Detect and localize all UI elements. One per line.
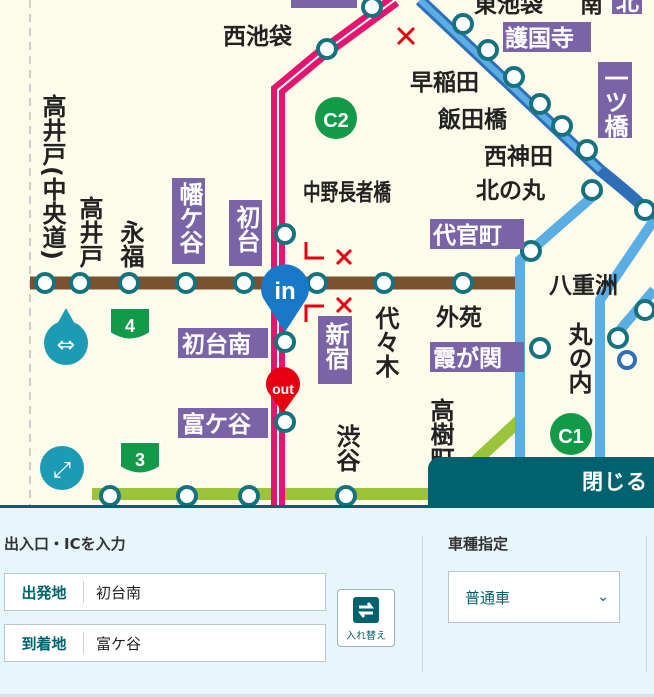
station-waseda: 早稲田: [410, 70, 479, 96]
station-gaien: 外苑: [436, 304, 482, 331]
swap-button[interactable]: 入れ替え: [337, 589, 395, 647]
station-shinjuku: 新宿: [321, 321, 349, 370]
station-iidabashi: 飯田橋: [437, 106, 508, 133]
divider: [422, 536, 423, 672]
departure-value[interactable]: 初台南: [84, 582, 141, 603]
route-map[interactable]: C2 C1 4 3 in out ⇔ ⤢ 西池袋 東池袋 南 北 護国寺 早稲田…: [0, 0, 654, 505]
route4-badge: 4: [125, 316, 135, 336]
station-takaido-chuodo: 高井戸(中央道): [38, 93, 66, 260]
station-nishi-ikebukuro: 西池袋: [223, 23, 293, 50]
station-kitanomaru: 北の丸: [476, 178, 546, 204]
station-higashi-ikebukuro: 東池袋: [474, 0, 544, 18]
route-search-panel: 出入口・ICを入力 出発地 初台南 到着地 富ケ谷 入れ替え 車種指定 普通車 …: [0, 505, 654, 697]
station-minami: 南: [580, 0, 603, 18]
station-yaesu: 八重洲: [549, 273, 618, 299]
swap-label: 入れ替え: [346, 630, 386, 642]
station-eifuku: 永福: [116, 220, 145, 269]
arrival-label: 到着地: [5, 632, 84, 654]
station-nakano-chojabashi: 中野長者橋: [303, 180, 392, 206]
expand-icon[interactable]: ⤢: [53, 458, 71, 483]
route-map-svg: C2 C1 4 3 in out ⇔ ⤢ 西池袋 東池袋 南 北 護国寺 早稲田…: [0, 0, 654, 505]
station-hatsudai: 初台: [232, 205, 260, 253]
c1-badge: C1: [558, 426, 584, 448]
direction-icon[interactable]: ⇔: [57, 333, 75, 358]
station-hatsudai-minami: 初台南: [182, 331, 251, 358]
vehicle-select[interactable]: 普通車 ⌄: [448, 571, 620, 623]
station-yoyogi: 代々木: [371, 306, 400, 378]
divider: [646, 536, 647, 672]
departure-field[interactable]: 出発地 初台南: [4, 573, 326, 611]
station-tomigaya: 富ケ谷: [182, 411, 252, 438]
station-takaido: 高井戸: [75, 195, 103, 269]
station-gokokuji: 護国寺: [505, 25, 574, 52]
arrival-value[interactable]: 富ケ谷: [84, 633, 141, 654]
c2-badge: C2: [323, 110, 349, 132]
station-nishi-kanda: 西神田: [484, 143, 553, 170]
out-marker[interactable]: out: [272, 381, 294, 397]
arrival-field[interactable]: 到着地 富ケ谷: [4, 624, 326, 662]
in-marker[interactable]: in: [274, 278, 295, 305]
route3-badge: 3: [135, 450, 145, 470]
station-kita: 北: [616, 0, 639, 16]
station-hitotsubashi: 一ツ橋: [600, 66, 628, 138]
station-hatagaya: 幡ケ谷: [175, 182, 203, 255]
station-kasumigaseki: 霞が関: [433, 345, 502, 372]
station-daikancho: 代官町: [432, 222, 502, 249]
chevron-down-icon: ⌄: [597, 589, 609, 605]
vehicle-select-value: 普通車: [465, 588, 511, 607]
station-marunouchi: 丸の内: [564, 322, 593, 395]
station-shibuya: 渋谷: [332, 424, 360, 473]
vehicle-title: 車種指定: [448, 535, 509, 553]
departure-label: 出発地: [5, 581, 84, 603]
swap-icon: [353, 596, 379, 623]
entry-title: 出入口・ICを入力: [4, 535, 126, 553]
close-button[interactable]: 閉じる: [428, 457, 654, 505]
